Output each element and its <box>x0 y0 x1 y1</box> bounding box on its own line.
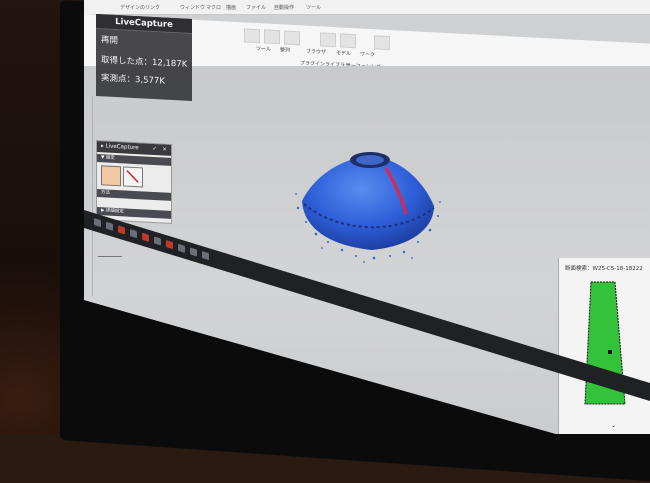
section-plot[interactable] <box>559 272 650 422</box>
scanned-mesh[interactable] <box>294 146 444 266</box>
ribbon-tool-button[interactable] <box>320 32 336 48</box>
taskbar-app-icon[interactable] <box>154 236 161 246</box>
taskbar-app-icon[interactable] <box>166 240 173 250</box>
section-view-panel: 断面検索：W25-C5-18-18222 ⌄ <box>558 258 650 434</box>
taskbar-app-icon[interactable] <box>178 243 185 253</box>
ribbon-group-label: モデル <box>336 50 352 57</box>
ribbon-tab-bar: デザインのリンク ウィンドウ マクロ 描画 ファイル 自動操作 ツール <box>84 0 650 15</box>
axis-indicator <box>98 256 122 257</box>
ribbon-tool-button[interactable] <box>244 28 260 44</box>
line-tool-icon <box>126 170 139 183</box>
section-marker <box>608 350 612 354</box>
ribbon-group-label: 整列 <box>280 47 291 54</box>
taskbar-app-icon[interactable] <box>190 247 197 257</box>
ribbon-tab[interactable]: 描画 <box>226 4 236 11</box>
ribbon-tool-button[interactable] <box>284 30 300 46</box>
ribbon-tab[interactable]: ファイル <box>246 4 266 11</box>
taskbar-app-icon[interactable] <box>202 251 209 261</box>
taskbar-app-icon[interactable] <box>142 232 149 242</box>
section-title: 断面検索：W25-C5-18-18222 <box>565 266 643 272</box>
livecapture-dock: ▸ LiveCapture ✓ × ▼ 設定 方法 ▶ 詳細設定 <box>96 140 172 224</box>
capture-tool-icon[interactable] <box>123 166 143 188</box>
dock-section-method[interactable]: 方法 <box>97 189 171 201</box>
taskbar-app-icon[interactable] <box>130 229 137 239</box>
ribbon-group-label: ツール <box>256 46 272 53</box>
ribbon-group-label: ワーク <box>360 51 376 59</box>
dock-section-settings[interactable]: ▼ 設定 <box>97 154 171 166</box>
chevron-down-icon[interactable]: ⌄ <box>611 422 616 429</box>
ribbon-tab[interactable]: ウィンドウ <box>180 4 205 11</box>
ribbon-group-label: ブラウザ <box>306 48 327 56</box>
ribbon-tool-button[interactable] <box>264 29 280 45</box>
ribbon-tab[interactable]: デザインのリンク <box>120 4 160 11</box>
close-icon[interactable]: × <box>162 144 167 155</box>
ruler-line <box>92 96 93 296</box>
ribbon-tool-button[interactable] <box>340 33 356 49</box>
taskbar-app-icon[interactable] <box>118 225 125 235</box>
taskbar-app-icon[interactable] <box>106 221 113 231</box>
taskbar-app-icon[interactable] <box>94 218 101 228</box>
ribbon-tab[interactable]: マクロ <box>206 4 221 11</box>
ribbon-tab[interactable]: ツール <box>306 4 321 11</box>
mesh-opening-rim <box>356 155 384 165</box>
mesh-body <box>302 156 434 250</box>
ribbon-tool-button[interactable] <box>374 35 390 51</box>
capture-tool-icon[interactable] <box>101 165 121 187</box>
ribbon-tab[interactable]: 自動操作 <box>274 4 294 11</box>
live-capture-overlay: LiveCapture 再開 取得した点：12,187K 実測点：3,577K <box>96 14 192 102</box>
checkmark-icon[interactable]: ✓ <box>152 144 157 155</box>
